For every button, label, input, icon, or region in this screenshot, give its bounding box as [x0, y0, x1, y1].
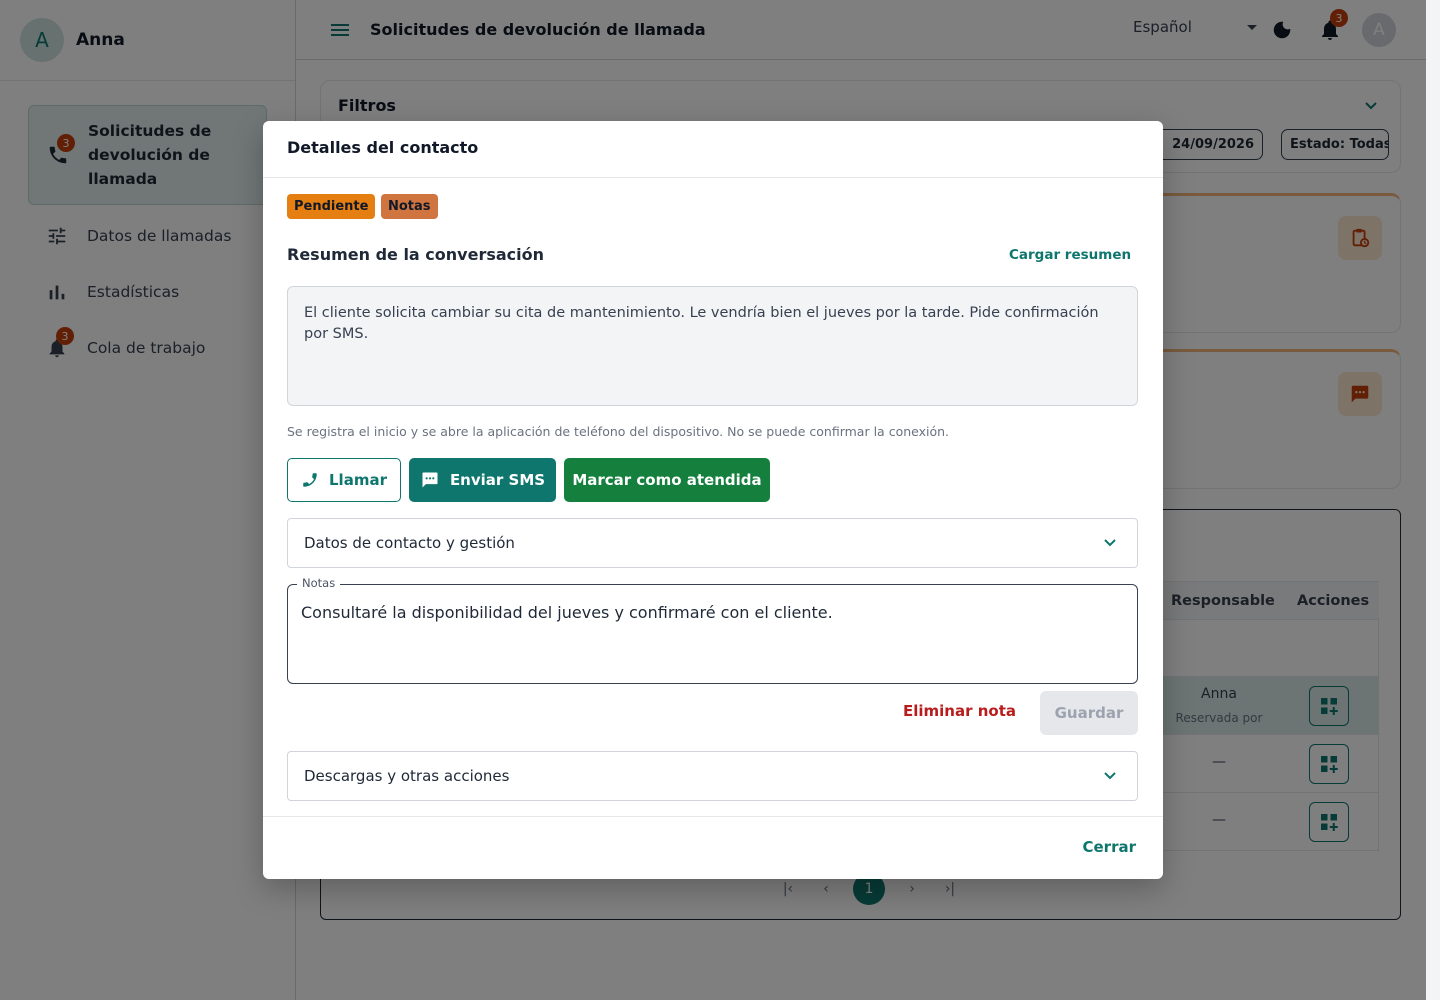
contact-details-dialog: Detalles del contacto Pendiente Notas Re… [263, 121, 1163, 879]
call-hint-text: Se registra el inicio y se abre la aplic… [287, 424, 950, 439]
delete-note-button[interactable]: Eliminar nota [903, 702, 1016, 720]
chevron-down-icon [1104, 772, 1116, 780]
status-badge-notes: Notas [381, 194, 438, 219]
dialog-title: Detalles del contacto [287, 138, 479, 157]
sms-icon [422, 472, 438, 488]
scrollbar[interactable] [1426, 0, 1440, 1000]
accordion-label: Descargas y otras acciones [304, 767, 510, 785]
status-badge-pending: Pendiente [287, 194, 376, 219]
chevron-down-icon [1104, 539, 1116, 547]
load-summary-button[interactable]: Cargar resumen [1009, 247, 1131, 263]
notes-field-label: Notas [297, 576, 341, 590]
call-button-label: Llamar [329, 471, 387, 489]
mark-as-handled-button[interactable]: Marcar como atendida [564, 458, 770, 502]
send-sms-button-label: Enviar SMS [449, 471, 546, 489]
accordion-label: Datos de contacto y gestión [304, 534, 515, 552]
call-button[interactable]: Llamar [287, 458, 401, 502]
dialog-body: Pendiente Notas Resumen de la conversaci… [263, 178, 1163, 816]
phone-icon [303, 473, 317, 487]
downloads-accordion[interactable]: Descargas y otras acciones [287, 751, 1138, 801]
close-button[interactable]: Cerrar [1083, 838, 1137, 856]
save-button[interactable]: Guardar [1040, 691, 1138, 735]
conversation-summary: El cliente solicita cambiar su cita de m… [287, 286, 1138, 406]
dialog-footer: Cerrar [263, 816, 1163, 879]
contact-management-accordion[interactable]: Datos de contacto y gestión [287, 518, 1138, 568]
summary-section-title: Resumen de la conversación [287, 245, 545, 264]
notes-textarea[interactable]: Consultaré la disponibilidad del jueves … [287, 584, 1138, 684]
send-sms-button[interactable]: Enviar SMS [409, 458, 556, 502]
dialog-header: Detalles del contacto [263, 121, 1163, 178]
